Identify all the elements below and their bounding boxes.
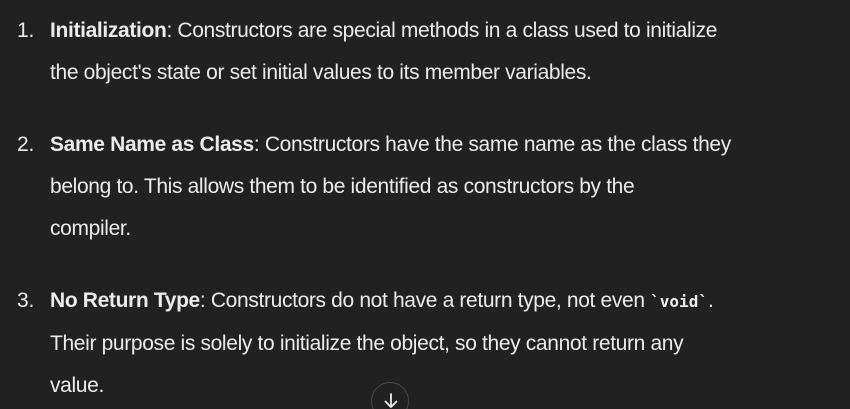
list-item-line: compiler. — [50, 217, 131, 240]
list-item-line: No Return Type: Constructors do not have… — [50, 280, 845, 323]
list-number: 1. — [17, 19, 35, 42]
description-text: : Constructors do not have a return type… — [199, 289, 651, 312]
list-item-line: Their purpose is solely to initialize th… — [50, 332, 684, 355]
list-item-line: value. — [50, 374, 104, 397]
term-label: Initialization — [50, 19, 167, 42]
list-item-text: Initialization: Constructors are special… — [50, 10, 845, 94]
list-number: 3. — [17, 289, 35, 312]
list-number: 2. — [17, 133, 35, 156]
inline-code: `void` — [650, 292, 708, 311]
list-item-line: belong to. This allows them to be identi… — [50, 175, 635, 198]
term-label: No Return Type — [50, 289, 200, 312]
term-label: Same Name as Class — [50, 133, 254, 156]
arrow-down-icon — [384, 393, 398, 408]
description-text: : Constructors have the same name as the… — [253, 133, 731, 156]
list-item-line: the object's state or set initial values… — [50, 61, 592, 84]
list-item-line: Initialization: Constructors are special… — [50, 10, 845, 52]
list-item-line: Same Name as Class: Constructors have th… — [50, 124, 845, 166]
list-item-text: No Return Type: Constructors do not have… — [50, 280, 845, 407]
description-text: : Constructors are special methods in a … — [166, 19, 718, 42]
list-item-text: Same Name as Class: Constructors have th… — [50, 124, 845, 250]
description-text: . — [707, 289, 714, 312]
